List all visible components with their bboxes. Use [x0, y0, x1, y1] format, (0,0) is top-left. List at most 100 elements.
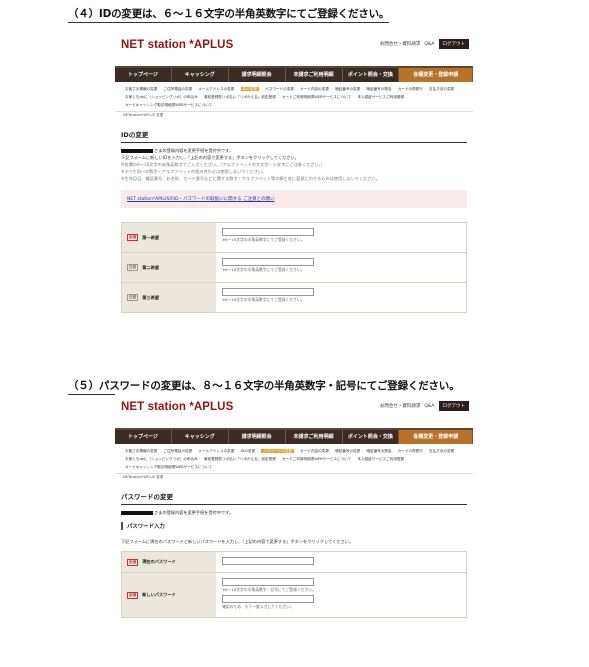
form-row: 必須 第一希望 ※6～16文字の半角英数字にてご登録ください。	[122, 223, 466, 253]
required-badge: 必須	[127, 558, 139, 566]
row-value: ※6～16文字の半角英数字にてご登録ください。	[216, 253, 466, 282]
submenu-item[interactable]: お客さま情報の変更	[125, 449, 157, 453]
nav-unbilled[interactable]: 未請求ご利用明細	[286, 430, 343, 444]
id-input-second[interactable]	[222, 258, 314, 266]
row-value: ※6～16文字の半角英数字にてご登録ください。	[216, 223, 466, 252]
breadcrumb: NETstation*APLUS 変更	[123, 113, 164, 117]
logout-button[interactable]: ログアウト	[438, 401, 469, 411]
nav-statement[interactable]: 請求明細照会	[229, 68, 286, 82]
nav-top[interactable]: トップページ	[115, 430, 172, 444]
label-text: 第二希望	[142, 264, 159, 270]
label-text: 新しいパスワード	[142, 592, 176, 597]
new-password-confirm-input[interactable]	[222, 595, 314, 603]
caution-box: NET station*APLUSのID・パスワードの取扱いに関する ご注意との…	[121, 190, 467, 208]
nav-points[interactable]: ポイント照会・交換	[343, 430, 400, 444]
site-logo[interactable]: NET station *APLUS	[121, 401, 233, 413]
caution-link[interactable]: NET station*APLUSのID・パスワードの取扱いに関する ご注意との…	[127, 197, 275, 202]
nav-statement[interactable]: 請求明細照会	[229, 430, 286, 444]
section-subheading: パスワード入力	[121, 522, 467, 530]
redacted-name	[121, 149, 153, 153]
input-hint: ※6～16文字の半角英数字にてご登録ください。	[222, 297, 305, 302]
logout-button[interactable]: ログアウト	[438, 39, 469, 49]
row-label: 必須 第一希望	[122, 223, 216, 252]
notice: さまの登録内容を変更手続を受付中です。	[121, 147, 467, 154]
submenu-item[interactable]: 本人認証サービスご利用登録	[357, 95, 404, 99]
submenu-item[interactable]: カード内容の変更	[300, 449, 329, 453]
submenu-item[interactable]: カードの再発行	[398, 87, 423, 91]
submenu-item[interactable]: 事前登録型リボ払い「リボかえ払」設定登録	[204, 95, 276, 99]
form-row: 任意 第三希望 ※6～16文字の半角英数字にてご登録ください。	[122, 283, 466, 312]
submenu-item[interactable]: 暗証番号の変更	[335, 87, 360, 91]
submenu-item-password-active[interactable]: パスワードの変更	[261, 449, 295, 453]
nav-cashing[interactable]: キャッシング	[172, 68, 229, 82]
submenu-item-id-active[interactable]: IDの変更	[240, 87, 260, 91]
id-input-first[interactable]	[222, 228, 314, 236]
submenu-item[interactable]: カードキャッシング取引明細書WEBサービスについて	[125, 103, 212, 107]
site-header: NET station *APLUS お問合せ・資料請求 Q&A ログアウト	[115, 30, 473, 56]
new-password-input[interactable]	[222, 578, 314, 586]
required-badge: 必須	[127, 234, 139, 241]
submenu-item[interactable]: パスワードの変更	[265, 87, 294, 91]
nav-unbilled[interactable]: 未請求ご利用明細	[286, 68, 343, 82]
submenu-item[interactable]: カードご利用明細書WEBサービスについて	[282, 95, 351, 99]
header-links: お問合せ・資料請求 Q&A ログアウト	[380, 401, 469, 411]
password-form: 必須 現在のパスワード 必須新しいパスワード ※8～16文字の半角英数字・記号にて…	[121, 551, 467, 618]
submenu-item[interactable]: カードご利用明細書WEBサービスについて	[282, 457, 351, 461]
current-password-input[interactable]	[222, 557, 314, 565]
row-value: ※6～16文字の半角英数字にてご登録ください。	[216, 283, 466, 312]
input-hint: ※6～16文字の半角英数字にてご登録ください。	[222, 237, 305, 242]
submenu-item[interactable]: 暗証番号の照会	[366, 87, 391, 91]
submenu-item[interactable]: 事前登録型リボ払い「リボかえ払」設定登録	[204, 457, 276, 461]
id-input-third[interactable]	[222, 288, 314, 296]
site-logo[interactable]: NET station *APLUS	[121, 39, 233, 51]
faq-link[interactable]: Q&A	[424, 404, 434, 409]
nav-top[interactable]: トップページ	[115, 68, 172, 82]
label-text: 現在のパスワード	[142, 559, 176, 564]
submenu-item[interactable]: 暗証番号の変更	[335, 449, 360, 453]
site-header: NET station *APLUS お問合せ・資料請求 Q&A ログアウト	[115, 392, 473, 418]
id-form: 必須 第一希望 ※6～16文字の半角英数字にてご登録ください。 任意 第二希望 ※6…	[121, 222, 467, 313]
nav-points[interactable]: ポイント照会・交換	[343, 68, 400, 82]
page-title: パスワードの変更	[121, 491, 467, 505]
notice-text: さまの登録内容を変更手続を受付中です。	[154, 510, 234, 515]
section4-heading: （４）IDの変更は、６～１６文字の半角英数字にてご登録ください。	[68, 6, 389, 23]
submenu-item[interactable]: メールアドレスの変更	[198, 87, 234, 91]
page-title: IDの変更	[121, 129, 467, 143]
submenu-item[interactable]: お客さま情報の変更	[125, 87, 157, 91]
submenu-item[interactable]: 暗証番号の照会	[366, 449, 391, 453]
main-nav: トップページ キャッシング 請求明細照会 未請求ご利用明細 ポイント照会・交換 …	[115, 428, 473, 444]
submenu-item[interactable]: 支払方法の変更	[429, 449, 454, 453]
submenu-item[interactable]: ご住所電話の変更	[164, 87, 193, 91]
submenu-item[interactable]: 支払方法の変更	[429, 87, 454, 91]
input-hint: ※6～16文字の半角英数字にてご登録ください。	[222, 267, 305, 272]
submenu-item[interactable]: カード内容の変更	[300, 87, 329, 91]
password-change-screenshot: NET station *APLUS お問合せ・資料請求 Q&A ログアウト ト…	[115, 392, 473, 664]
header-links: お問合せ・資料請求 Q&A ログアウト	[380, 39, 469, 49]
faq-link[interactable]: Q&A	[424, 42, 434, 47]
submenu-item[interactable]: カードキャッシング取引明細書WEBサービスについて	[125, 465, 212, 469]
nav-settings[interactable]: 各種変更・登録申請	[399, 68, 473, 82]
sub-menu: お客さま情報の変更 ご住所電話の変更 メールアドレスの変更 IDの変更 パスワー…	[115, 82, 473, 112]
submenu-item[interactable]: 本人認証サービスご利用登録	[357, 457, 404, 461]
confirm-hint: 確認のため、もう一度入力してください。	[222, 604, 294, 609]
row-value	[216, 552, 466, 572]
form-row: 必須 現在のパスワード	[122, 552, 466, 573]
submenu-item[interactable]: お家ともdeに（ショッピングリボ）の申込み	[125, 95, 198, 99]
instruction: 下記フォームに新しいIDを入力し、「上記の内容で変更する」ボタンをクリックしてく…	[121, 155, 299, 160]
nav-cashing[interactable]: キャッシング	[172, 430, 229, 444]
notice-text: さまの登録内容を変更手続を受付中です。	[154, 148, 234, 153]
submenu-item[interactable]: カードの再発行	[398, 449, 423, 453]
form-row: 任意 第二希望 ※6～16文字の半角英数字にてご登録ください。	[122, 253, 466, 283]
instruction: 下記フォームに現在のパスワードと新しいパスワードを入力し、「上記の内容で変更する…	[121, 539, 354, 544]
optional-badge: 任意	[127, 264, 139, 271]
submenu-item[interactable]: ご住所電話の変更	[164, 449, 193, 453]
nav-settings[interactable]: 各種変更・登録申請	[399, 430, 473, 444]
sub-menu: お客さま情報の変更 ご住所電話の変更 メールアドレスの変更 IDの変更 パスワー…	[115, 444, 473, 474]
submenu-item[interactable]: お家ともdeに（ショッピングリボ）の申込み	[125, 457, 198, 461]
submenu-item[interactable]: メールアドレスの変更	[198, 449, 234, 453]
label-text: 第三希望	[142, 294, 159, 300]
submenu-item[interactable]: IDの変更	[241, 449, 256, 453]
contact-link[interactable]: お問合せ・資料請求	[380, 403, 421, 409]
input-hint: ※8～16文字の半角英数字・記号にてご登録ください。	[222, 587, 316, 592]
contact-link[interactable]: お問合せ・資料請求	[380, 41, 421, 47]
